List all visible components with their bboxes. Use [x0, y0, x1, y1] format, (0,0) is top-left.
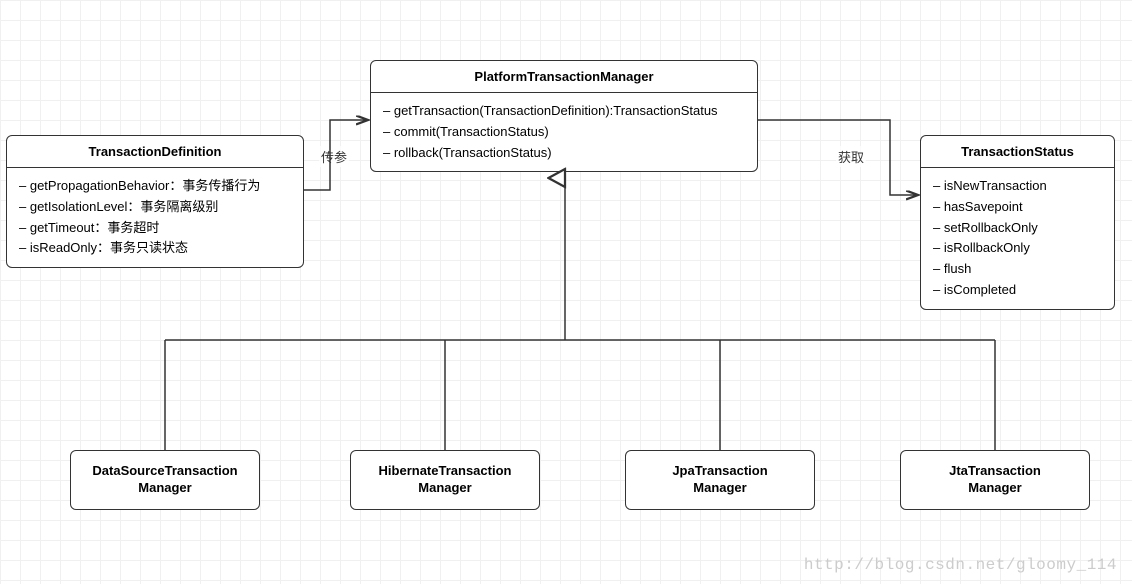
ptm-title: PlatformTransactionManager: [371, 61, 757, 93]
box-transaction-definition: TransactionDefinition getPropagationBeha…: [6, 135, 304, 268]
box-jta-tm: JtaTransaction Manager: [900, 450, 1090, 510]
ts-item: isCompleted: [933, 280, 1102, 301]
impl1-line1: DataSourceTransaction: [81, 463, 249, 480]
impl2-line1: HibernateTransaction: [361, 463, 529, 480]
ts-title: TransactionStatus: [921, 136, 1114, 168]
box-jpa-tm: JpaTransaction Manager: [625, 450, 815, 510]
edge-label-left: 传参: [319, 146, 349, 167]
td-item: getIsolationLevel：事务隔离级别: [19, 197, 291, 218]
td-item: isReadOnly：事务只读状态: [19, 238, 291, 259]
ts-item: flush: [933, 259, 1102, 280]
ts-item: isRollbackOnly: [933, 238, 1102, 259]
impl3-line1: JpaTransaction: [636, 463, 804, 480]
box-hibernate-tm: HibernateTransaction Manager: [350, 450, 540, 510]
ptm-item: rollback(TransactionStatus): [383, 143, 745, 164]
ptm-body: getTransaction(TransactionDefinition):Tr…: [371, 93, 757, 171]
impl1-line2: Manager: [81, 480, 249, 497]
td-body: getPropagationBehavior：事务传播行为 getIsolati…: [7, 168, 303, 267]
ptm-item: getTransaction(TransactionDefinition):Tr…: [383, 101, 745, 122]
td-title: TransactionDefinition: [7, 136, 303, 168]
ts-item: hasSavepoint: [933, 197, 1102, 218]
td-item: getPropagationBehavior：事务传播行为: [19, 176, 291, 197]
box-transaction-status: TransactionStatus isNewTransaction hasSa…: [920, 135, 1115, 310]
ts-item: isNewTransaction: [933, 176, 1102, 197]
impl4-line1: JtaTransaction: [911, 463, 1079, 480]
ts-body: isNewTransaction hasSavepoint setRollbac…: [921, 168, 1114, 309]
edge-label-right: 获取: [836, 146, 866, 167]
box-datasource-tm: DataSourceTransaction Manager: [70, 450, 260, 510]
watermark: http://blog.csdn.net/gloomy_114: [804, 556, 1117, 574]
ptm-item: commit(TransactionStatus): [383, 122, 745, 143]
impl4-line2: Manager: [911, 480, 1079, 497]
ts-item: setRollbackOnly: [933, 218, 1102, 239]
impl3-line2: Manager: [636, 480, 804, 497]
box-platform-transaction-manager: PlatformTransactionManager getTransactio…: [370, 60, 758, 172]
td-item: getTimeout：事务超时: [19, 218, 291, 239]
impl2-line2: Manager: [361, 480, 529, 497]
